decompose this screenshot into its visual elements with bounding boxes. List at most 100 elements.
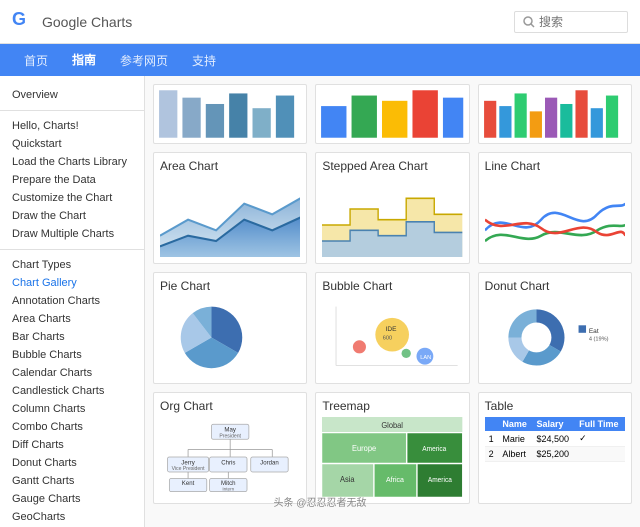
svg-text:IDE: IDE	[386, 326, 398, 333]
svg-text:Africa: Africa	[386, 475, 405, 484]
header: G Google Charts	[0, 0, 640, 44]
svg-text:Global: Global	[382, 421, 404, 430]
chart-preview-stepped	[322, 177, 462, 257]
table-row: 2 Albert $25,200	[485, 447, 625, 462]
svg-text:Asia: Asia	[340, 475, 355, 484]
top-partial-row	[153, 84, 632, 144]
sidebar-item-calendar[interactable]: Calendar Charts	[0, 364, 144, 382]
table-header-name: Name	[498, 417, 532, 431]
svg-text:G: G	[12, 9, 26, 29]
chart-card-bubble[interactable]: Bubble Chart IDE 600 LAN	[315, 272, 469, 384]
header-left: G Google Charts	[12, 8, 132, 35]
table-row: 1 Marie $24,500 ✓	[485, 431, 625, 447]
table-header-fulltime: Full Time	[575, 417, 625, 431]
svg-text:600: 600	[383, 335, 392, 341]
chart-card-org[interactable]: Org Chart May President	[153, 392, 307, 504]
sidebar-item-load[interactable]: Load the Charts Library	[0, 153, 144, 171]
chart-preview-org: May President Jerry Vice President	[160, 417, 300, 497]
chart-card-table[interactable]: Table Name Salary Full Time	[478, 392, 632, 504]
search-box[interactable]	[514, 11, 628, 33]
svg-text:Kent: Kent	[182, 480, 195, 487]
watermark: 头条 @忍忍忍者无敌	[0, 494, 640, 509]
svg-text:Jordan: Jordan	[260, 459, 279, 466]
sidebar-item-prepare[interactable]: Prepare the Data	[0, 171, 144, 189]
sidebar-item-bar[interactable]: Bar Charts	[0, 328, 144, 346]
sidebar-item-combo[interactable]: Combo Charts	[0, 418, 144, 436]
chart-title-line: Line Chart	[485, 159, 625, 173]
app-title: Google Charts	[42, 14, 132, 30]
chart-preview-treemap: Global Europe America Asia Africa	[322, 417, 462, 497]
chart-preview-pie	[160, 297, 300, 377]
chart-title-stepped: Stepped Area Chart	[322, 159, 462, 173]
svg-text:4 (19%): 4 (19%)	[588, 336, 608, 342]
table-cell-num: 1	[485, 431, 499, 447]
search-icon	[523, 16, 535, 28]
google-logo: G	[12, 8, 34, 35]
sidebar-item-hello[interactable]: Hello, Charts!	[0, 117, 144, 135]
chart-title-bubble: Bubble Chart	[322, 279, 462, 293]
table-cell-ft: ✓	[575, 431, 625, 447]
sidebar-item-candlestick[interactable]: Candlestick Charts	[0, 382, 144, 400]
top-card-1[interactable]	[153, 84, 307, 144]
svg-text:Intern: Intern	[222, 487, 234, 492]
nav-item-support[interactable]: 支持	[180, 44, 228, 77]
table-cell-salary: $25,200	[533, 447, 576, 462]
chart-preview-line	[485, 177, 625, 257]
chart-title-org: Org Chart	[160, 399, 300, 413]
sidebar-item-area[interactable]: Area Charts	[0, 310, 144, 328]
svg-text:Vice President: Vice President	[172, 466, 206, 472]
table-preview: Name Salary Full Time 1 Marie $24,500 ✓	[485, 417, 625, 462]
sidebar-item-draw-multiple[interactable]: Draw Multiple Charts	[0, 225, 144, 243]
sidebar-item-diff[interactable]: Diff Charts	[0, 436, 144, 454]
nav-item-reference[interactable]: 参考网页	[108, 44, 180, 77]
table-cell-name: Marie	[498, 431, 532, 447]
top-card-3[interactable]	[478, 84, 632, 144]
table-cell-num: 2	[485, 447, 499, 462]
chart-gallery-grid: Area Chart	[153, 152, 632, 504]
sidebar-item-donut[interactable]: Donut Charts	[0, 454, 144, 472]
sidebar: Overview Hello, Charts! Quickstart Load …	[0, 76, 145, 527]
table-header-num	[485, 417, 499, 431]
sidebar-item-quickstart[interactable]: Quickstart	[0, 135, 144, 153]
chart-card-donut[interactable]: Donut Chart Eat 4 (19%)	[478, 272, 632, 384]
navigation: 首页 指南 参考网页 支持	[0, 44, 640, 76]
svg-text:America: America	[423, 446, 447, 453]
chart-card-treemap[interactable]: Treemap Global Europe America	[315, 392, 469, 504]
nav-item-guide[interactable]: 指南	[60, 43, 108, 78]
table-cell-salary: $24,500	[533, 431, 576, 447]
table-cell-name: Albert	[498, 447, 532, 462]
svg-text:Chris: Chris	[221, 459, 235, 466]
chart-card-line[interactable]: Line Chart	[478, 152, 632, 264]
sidebar-item-chart-gallery[interactable]: Chart Gallery	[0, 274, 144, 292]
chart-title-pie: Pie Chart	[160, 279, 300, 293]
chart-card-stepped[interactable]: Stepped Area Chart	[315, 152, 469, 264]
sidebar-item-column[interactable]: Column Charts	[0, 400, 144, 418]
chart-card-area[interactable]: Area Chart	[153, 152, 307, 264]
nav-item-home[interactable]: 首页	[12, 44, 60, 77]
chart-card-pie[interactable]: Pie Chart	[153, 272, 307, 384]
sidebar-item-draw[interactable]: Draw the Chart	[0, 207, 144, 225]
sidebar-item-chart-types[interactable]: Chart Types	[0, 256, 144, 274]
sidebar-item-annotation[interactable]: Annotation Charts	[0, 292, 144, 310]
chart-title-donut: Donut Chart	[485, 279, 625, 293]
chart-preview-bubble: IDE 600 LAN	[322, 297, 462, 377]
sidebar-item-geo[interactable]: GeoCharts	[0, 508, 144, 526]
svg-text:LAN: LAN	[421, 355, 432, 361]
chart-title-area: Area Chart	[160, 159, 300, 173]
main-content: Area Chart	[145, 76, 640, 527]
chart-preview-table: Name Salary Full Time 1 Marie $24,500 ✓	[485, 417, 625, 497]
svg-text:Europe: Europe	[352, 444, 376, 453]
chart-preview-donut: Eat 4 (19%)	[485, 297, 625, 377]
chart-title-treemap: Treemap	[322, 399, 462, 413]
table-header-salary: Salary	[533, 417, 576, 431]
top-card-2[interactable]	[315, 84, 469, 144]
sidebar-item-gantt[interactable]: Gantt Charts	[0, 472, 144, 490]
svg-text:Eat: Eat	[588, 328, 598, 335]
chart-preview-area	[160, 177, 300, 257]
sidebar-item-overview[interactable]: Overview	[0, 86, 144, 104]
search-input[interactable]	[539, 15, 619, 29]
sidebar-divider-1	[0, 110, 144, 111]
sidebar-item-bubble[interactable]: Bubble Charts	[0, 346, 144, 364]
chart-title-table: Table	[485, 399, 625, 413]
sidebar-item-customize[interactable]: Customize the Chart	[0, 189, 144, 207]
